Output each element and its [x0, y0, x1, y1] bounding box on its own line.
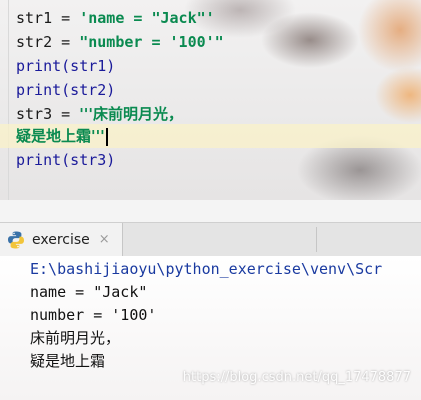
- code-line-4[interactable]: print(str2): [16, 78, 115, 102]
- code-function: print: [16, 81, 62, 99]
- watermark-url: https://blog.csdn.net/qq_17478877: [182, 370, 411, 385]
- code-operator: =: [52, 105, 80, 123]
- code-operator: =: [52, 9, 80, 27]
- tab-separator: [316, 227, 317, 252]
- run-tab-bar: exercise ×: [0, 222, 421, 257]
- code-line-7[interactable]: print(str3): [16, 148, 115, 172]
- console-output-line: 床前明月光，: [30, 329, 121, 347]
- python-icon: [6, 230, 26, 250]
- code-identifier: str2: [16, 33, 53, 51]
- text-caret: [105, 127, 108, 146]
- code-line-6-current[interactable]: 疑是地上霜''': [0, 124, 421, 148]
- gutter-divider: [8, 0, 9, 200]
- code-line-3[interactable]: print(str1): [16, 54, 115, 78]
- code-argument: (str1): [61, 57, 116, 75]
- console-output-line: name = "Jack": [30, 283, 148, 301]
- tab-exercise[interactable]: exercise ×: [0, 223, 123, 256]
- code-identifier: str3: [16, 105, 53, 123]
- code-argument: (str2): [61, 81, 116, 99]
- code-line-5[interactable]: str3 = '''床前明月光，: [16, 102, 183, 126]
- code-operator: =: [52, 33, 80, 51]
- code-argument: (str3): [61, 151, 116, 169]
- code-function: print: [16, 57, 62, 75]
- code-string: 'name = "Jack"': [79, 9, 215, 27]
- code-line-2[interactable]: str2 = "number = '100'": [16, 30, 224, 54]
- console-command-path: E:\bashijiaoyu\python_exercise\venv\Scr: [30, 260, 383, 278]
- code-string: '''床前明月光，: [79, 105, 183, 123]
- console-output-line: number = '100': [30, 306, 157, 324]
- code-line-1[interactable]: str1 = 'name = "Jack"': [16, 6, 215, 30]
- pane-divider[interactable]: [0, 200, 421, 222]
- console-output-line: 疑是地上霜: [30, 352, 106, 370]
- tab-label: exercise: [32, 231, 90, 248]
- code-identifier: str1: [16, 9, 53, 27]
- code-editor[interactable]: str1 = 'name = "Jack"' str2 = "number = …: [0, 0, 421, 200]
- close-icon[interactable]: ×: [99, 232, 110, 247]
- code-string: 疑是地上霜''': [16, 127, 105, 145]
- code-function: print: [16, 151, 62, 169]
- code-string: "number = '100'": [79, 33, 224, 51]
